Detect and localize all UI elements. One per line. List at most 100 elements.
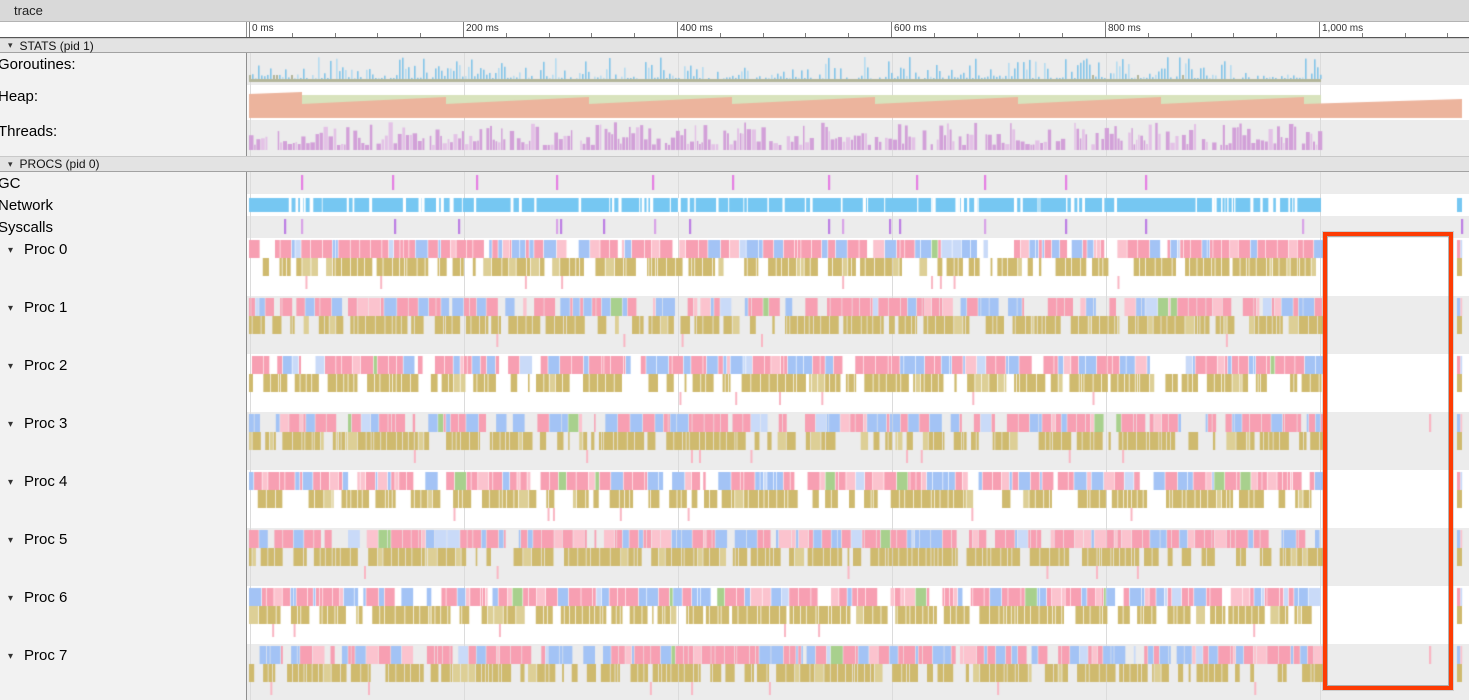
ruler-minor-tick <box>1148 33 1149 37</box>
ruler-tick-label: 400 ms <box>680 23 713 34</box>
ruler-major-tick <box>463 22 464 37</box>
ruler-minor-tick <box>634 33 635 37</box>
row-proc6: ▾Proc 6 <box>0 586 1469 644</box>
row-proc5: ▾Proc 5 <box>0 528 1469 586</box>
ruler-minor-tick <box>1019 33 1020 37</box>
row-label-proc5[interactable]: ▾Proc 5 <box>0 528 247 586</box>
row-label-proc3[interactable]: ▾Proc 3 <box>0 412 247 470</box>
row-label-proc7[interactable]: ▾Proc 7 <box>0 644 247 700</box>
row-gc: GC <box>0 172 1469 194</box>
gc-track-canvas[interactable] <box>247 172 1468 194</box>
timeline-area: 0 ms 200 ms 400 ms 600 ms 800 ms 1,000 ms ▾ST… <box>0 22 1469 700</box>
row-proc4: ▾Proc 4 <box>0 470 1469 528</box>
proc4-track-canvas[interactable] <box>247 470 1468 528</box>
row-label-text: Proc 2 <box>24 357 67 374</box>
ruler-major-tick <box>1105 22 1106 37</box>
ruler-tick-label: 0 ms <box>252 23 274 34</box>
row-proc3: ▾Proc 3 <box>0 412 1469 470</box>
section-header-label: PROCS (pid 0) <box>20 157 100 171</box>
ruler-tick-label: 1,000 ms <box>1322 23 1363 34</box>
threads-track-canvas[interactable] <box>247 120 1468 156</box>
timeline-ruler[interactable]: 0 ms 200 ms 400 ms 600 ms 800 ms 1,000 ms <box>0 22 1469 38</box>
row-goroutines: Goroutines: <box>0 53 1469 85</box>
heap-track-canvas[interactable] <box>247 85 1468 120</box>
ruler-minor-tick <box>549 33 550 37</box>
row-track-proc3 <box>247 412 1469 470</box>
section-header-stats[interactable]: ▾STATS (pid 1) <box>0 38 1469 53</box>
proc0-track-canvas[interactable] <box>247 238 1468 296</box>
row-label-proc1[interactable]: ▾Proc 1 <box>0 296 247 354</box>
ruler-tick-label: 200 ms <box>466 23 499 34</box>
ruler-tick-label: 600 ms <box>894 23 927 34</box>
expand-arrow-icon[interactable]: ▾ <box>8 535 24 546</box>
row-proc1: ▾Proc 1 <box>0 296 1469 354</box>
syscalls-track-canvas[interactable] <box>247 216 1468 238</box>
row-label-proc2[interactable]: ▾Proc 2 <box>0 354 247 412</box>
row-track-gc <box>247 172 1469 194</box>
network-track-canvas[interactable] <box>247 194 1468 216</box>
ruler-minor-tick <box>1191 33 1192 37</box>
expand-arrow-icon[interactable]: ▾ <box>8 651 24 662</box>
row-label-text: Network <box>0 197 53 214</box>
row-track-heap <box>247 85 1469 120</box>
row-label-text: Threads: <box>0 123 57 140</box>
row-label-text: Proc 5 <box>24 531 67 548</box>
expand-arrow-icon[interactable]: ▾ <box>8 303 24 314</box>
expand-arrow-icon[interactable]: ▾ <box>8 361 24 372</box>
row-label-text: Proc 0 <box>24 241 67 258</box>
row-label-text: GC <box>0 175 21 192</box>
row-network: Network <box>0 194 1469 216</box>
proc7-track-canvas[interactable] <box>247 644 1468 700</box>
window-titlebar: trace <box>0 0 1469 22</box>
ruler-minor-tick <box>591 33 592 37</box>
row-syscalls: Syscalls <box>0 216 1469 238</box>
expand-arrow-icon[interactable]: ▾ <box>8 419 24 430</box>
expand-arrow-icon[interactable]: ▾ <box>8 593 24 604</box>
row-label-text: Heap: <box>0 88 38 105</box>
ruler-minor-tick <box>1233 33 1234 37</box>
row-label-proc6[interactable]: ▾Proc 6 <box>0 586 247 644</box>
section-header-procs[interactable]: ▾ PROCS (pid 0) <box>0 156 1469 172</box>
ruler-minor-tick <box>335 33 336 37</box>
expand-arrow-icon[interactable]: ▾ <box>8 245 24 256</box>
ruler-minor-tick <box>934 33 935 37</box>
row-proc2: ▾Proc 2 <box>0 354 1469 412</box>
row-track-network <box>247 194 1469 216</box>
ruler-tick-label: 800 ms <box>1108 23 1141 34</box>
row-track-proc1 <box>247 296 1469 354</box>
collapse-arrow-icon: ▾ <box>8 159 13 170</box>
proc3-track-canvas[interactable] <box>247 412 1468 470</box>
row-track-proc0 <box>247 238 1469 296</box>
proc6-track-canvas[interactable] <box>247 586 1468 644</box>
ruler-major-tick <box>891 22 892 37</box>
row-track-proc7 <box>247 644 1469 700</box>
ruler-minor-tick <box>292 33 293 37</box>
ruler-major-tick <box>677 22 678 37</box>
row-label-text: Proc 7 <box>24 647 67 664</box>
row-label-threads: Threads: <box>0 120 247 156</box>
row-track-proc5 <box>247 528 1469 586</box>
row-proc7: ▾Proc 7 <box>0 644 1469 700</box>
expand-arrow-icon[interactable]: ▾ <box>8 477 24 488</box>
row-heap: Heap: <box>0 85 1469 120</box>
ruler-minor-tick <box>763 33 764 37</box>
ruler-minor-tick <box>1062 33 1063 37</box>
ruler-spacer <box>0 22 247 37</box>
ruler-major-tick <box>1319 22 1320 37</box>
proc2-track-canvas[interactable] <box>247 354 1468 412</box>
row-label-network: Network <box>0 194 247 216</box>
row-label-gc: GC <box>0 172 247 194</box>
proc1-track-canvas[interactable] <box>247 296 1468 354</box>
row-label-syscalls: Syscalls <box>0 216 247 238</box>
row-threads: Threads: <box>0 120 1469 156</box>
ruler-track[interactable]: 0 ms 200 ms 400 ms 600 ms 800 ms 1,000 ms <box>247 22 1469 37</box>
ruler-minor-tick <box>977 33 978 37</box>
row-track-threads <box>247 120 1469 156</box>
trace-viewer-window: trace 0 ms 200 ms 400 ms 600 ms 800 ms 1,000 … <box>0 0 1469 700</box>
row-label-proc0[interactable]: ▾Proc 0 <box>0 238 247 296</box>
goroutines-track-canvas[interactable] <box>247 53 1468 85</box>
row-label-text: Proc 6 <box>24 589 67 606</box>
proc5-track-canvas[interactable] <box>247 528 1468 586</box>
row-label-proc4[interactable]: ▾Proc 4 <box>0 470 247 528</box>
row-track-proc2 <box>247 354 1469 412</box>
